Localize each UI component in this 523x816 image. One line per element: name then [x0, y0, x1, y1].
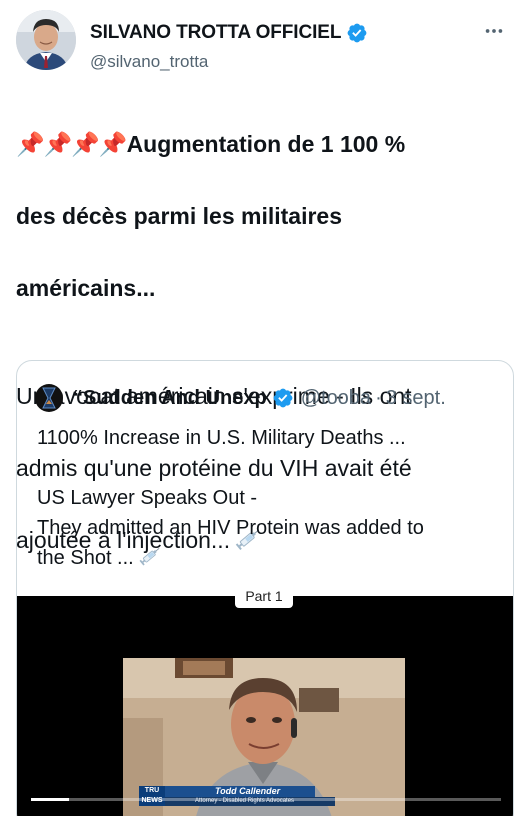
quoted-tweet-header: “Sudden And Unexp @tooba · 3 sept.: [35, 383, 505, 413]
quoted-author-avatar[interactable]: [35, 384, 63, 412]
more-icon[interactable]: [483, 20, 505, 42]
quote-line-2: US Lawyer Speaks Out -: [37, 487, 258, 509]
lower-third: TRU NEWS Todd Callender Attorney - Disab…: [139, 786, 339, 808]
quote-line-3: They admitted an HIV Protein was added t…: [37, 517, 424, 539]
quote-line-1: 1100% Increase in U.S. Military Deaths .…: [37, 427, 406, 449]
quote-blank-line: [37, 453, 507, 483]
quoted-author-name[interactable]: “Sudden And Unexp: [73, 387, 267, 410]
video-player[interactable]: Part 1 TRU NEWS Todd Callender Attorney …: [17, 588, 513, 816]
lower-third-name: Todd Callender: [165, 786, 315, 797]
quote-line-4: the Shot ...: [37, 547, 134, 569]
pushpin-icon: 📌📌📌📌: [16, 131, 128, 157]
video-progress-fill: [31, 798, 69, 801]
hourglass-icon: [42, 387, 56, 409]
verified-badge-icon: [273, 388, 293, 408]
author-display-name[interactable]: SILVANO TROTTA OFFICIEL: [90, 22, 341, 44]
tweet-line-2: des décès parmi les militaires: [16, 203, 343, 229]
verified-badge-icon: [347, 23, 367, 43]
tweet-line-3: américains...: [16, 275, 156, 301]
tweet-header: SILVANO TROTTA OFFICIEL @silvano_trotta: [16, 10, 507, 71]
quoted-tweet-date[interactable]: 3 sept.: [386, 387, 446, 410]
author-handle[interactable]: @silvano_trotta: [90, 52, 208, 72]
author-avatar[interactable]: [16, 10, 76, 70]
channel-logo: TRU NEWS: [139, 786, 165, 806]
quote-line-4-wrap: the Shot ...: [37, 543, 507, 573]
quoted-author-handle[interactable]: @tooba: [301, 387, 371, 410]
quoted-tweet-text: 1100% Increase in U.S. Military Deaths .…: [37, 423, 507, 573]
quoted-tweet[interactable]: “Sudden And Unexp @tooba · 3 sept. 1100%…: [16, 360, 514, 816]
syringe-icon: [139, 547, 160, 566]
tweet-headline-line: 📌📌📌📌Augmentation de 1 100 %: [16, 126, 506, 162]
tweet-line-1: Augmentation de 1 100 %: [126, 131, 406, 157]
separator-dot: ·: [375, 386, 382, 409]
video-progress-bar[interactable]: [31, 798, 501, 801]
part-label: Part 1: [235, 588, 293, 608]
